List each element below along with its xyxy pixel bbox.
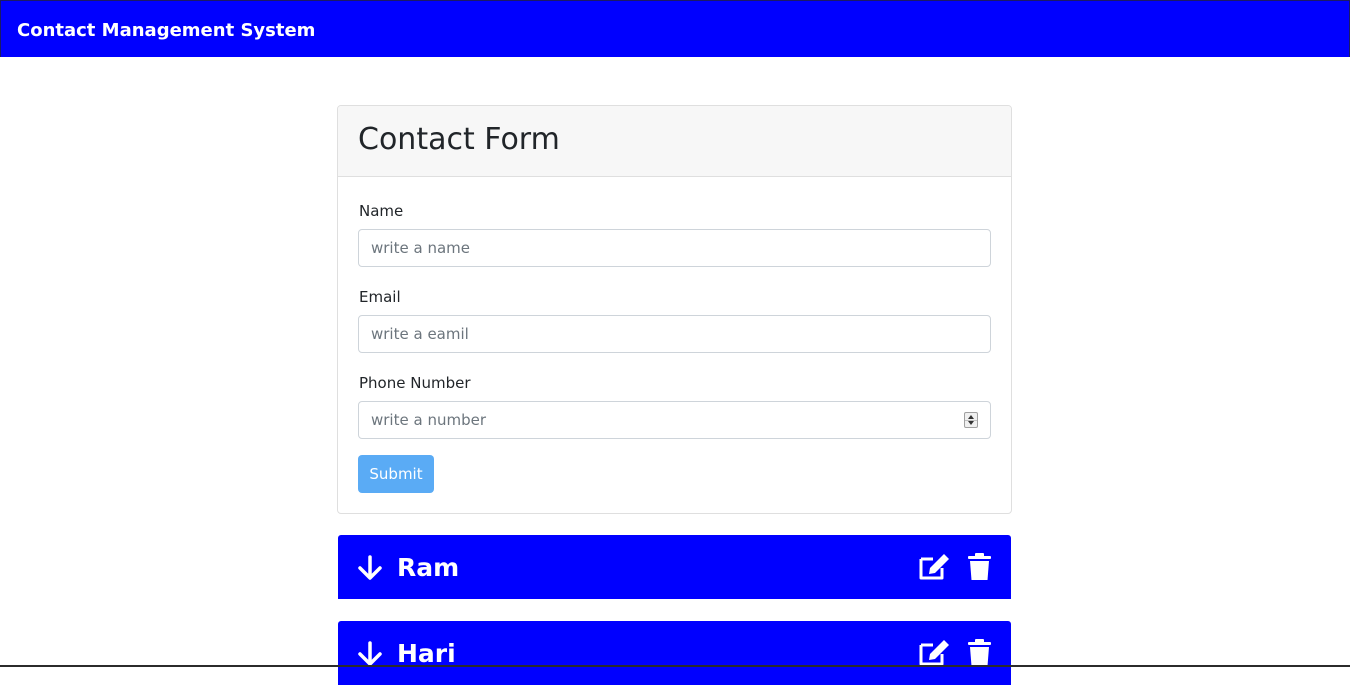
arrow-down-icon[interactable] <box>358 641 382 667</box>
arrow-down-icon[interactable] <box>358 555 382 581</box>
contact-item[interactable]: Hari <box>338 621 1011 685</box>
submit-button[interactable]: Submit <box>358 455 434 493</box>
phone-field-wrapper <box>338 401 1011 439</box>
navbar-brand[interactable]: Contact Management System <box>17 20 315 42</box>
name-label: Name <box>359 202 404 220</box>
email-label: Email <box>359 288 401 306</box>
contact-item[interactable]: Ram <box>338 535 1011 599</box>
name-input[interactable] <box>358 229 991 267</box>
navbar: Contact Management System <box>0 0 1350 57</box>
trash-icon[interactable] <box>968 639 991 667</box>
card-header: Contact Form <box>338 106 1011 177</box>
spinner-down-icon[interactable] <box>968 421 974 425</box>
phone-label: Phone Number <box>359 374 471 392</box>
edit-icon[interactable] <box>918 553 950 581</box>
edit-icon[interactable] <box>918 639 950 667</box>
spinner-up-icon[interactable] <box>968 415 974 419</box>
contact-form-card: Contact Form Name Email Phone Number Sub… <box>337 105 1012 514</box>
form-title: Contact Form <box>358 122 560 157</box>
email-input[interactable] <box>358 315 991 353</box>
trash-icon[interactable] <box>968 553 991 581</box>
number-spinner[interactable] <box>964 412 978 428</box>
phone-number-input[interactable] <box>358 401 991 439</box>
contact-name: Ram <box>397 553 460 582</box>
